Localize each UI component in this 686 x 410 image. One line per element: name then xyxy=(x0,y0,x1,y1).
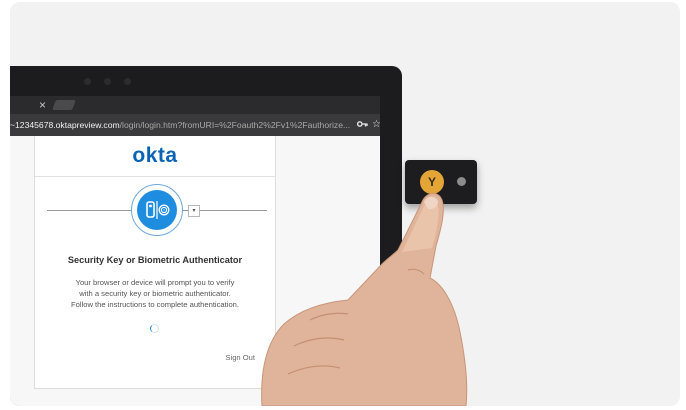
hand-image xyxy=(261,193,468,406)
hero-card: × ~12345678.oktapreview.com/login/login.… xyxy=(10,2,680,406)
